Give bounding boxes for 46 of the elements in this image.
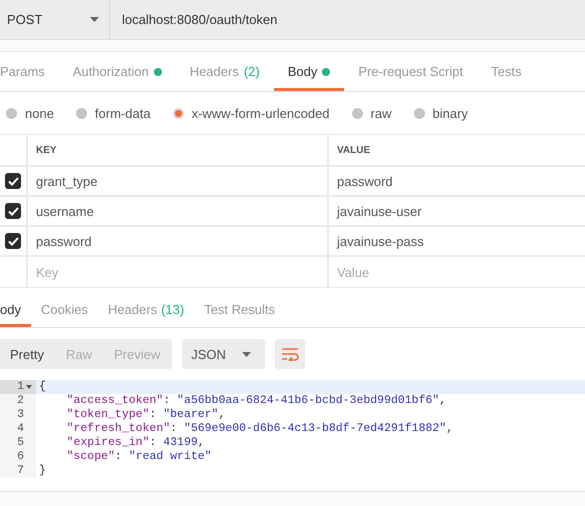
body-type-radio[interactable]: x-www-form-urlencoded <box>172 106 330 120</box>
line-number: 1 <box>17 380 24 394</box>
caret-icon <box>242 352 251 356</box>
radio-icon[interactable] <box>172 108 184 118</box>
body-type-radio[interactable]: none <box>6 106 54 120</box>
body-type-radio[interactable]: raw <box>352 106 392 120</box>
line-number: 7 <box>17 464 24 478</box>
checkbox[interactable] <box>5 233 21 249</box>
checkbox[interactable] <box>5 173 21 189</box>
fold-caret-icon[interactable] <box>26 385 32 389</box>
method-dropdown[interactable]: POST <box>0 0 110 39</box>
line-number: 6 <box>17 450 24 464</box>
radio-icon[interactable] <box>352 108 363 118</box>
param-value[interactable]: javainuse-pass <box>337 234 424 248</box>
code-line: { <box>38 380 46 394</box>
radio-icon[interactable] <box>6 108 17 118</box>
line-number: 4 <box>17 422 24 436</box>
request-tab[interactable]: Body <box>274 52 344 91</box>
column-header: KEY <box>36 144 57 156</box>
code-line: "refresh_token": "569e9e00-d6b6-4c13-b8df-7ed4291f1882", <box>66 422 454 436</box>
line-number: 2 <box>17 394 24 408</box>
code-line: "scope": "read write" <box>66 450 212 464</box>
body-type-radio[interactable]: binary <box>414 106 468 120</box>
param-key[interactable]: grant_type <box>36 174 98 188</box>
param-key[interactable]: username <box>36 204 94 218</box>
param-value[interactable]: password <box>337 174 393 188</box>
code-line: "expires_in": 43199, <box>66 436 205 450</box>
radio-icon[interactable] <box>76 108 87 118</box>
radio-icon[interactable] <box>414 108 424 118</box>
body-type-radio[interactable]: form-data <box>76 106 151 120</box>
param-value[interactable]: javainuse-user <box>337 204 422 218</box>
url-field[interactable]: localhost:8080/oauth/token <box>110 0 585 39</box>
view-mode-button[interactable]: Pretty <box>0 339 56 369</box>
wrap-button[interactable] <box>274 339 305 369</box>
line-number: 5 <box>17 436 24 450</box>
param-key[interactable]: password <box>36 234 92 248</box>
wrap-lines-icon <box>280 347 299 361</box>
column-header: VALUE <box>337 144 370 156</box>
format-dropdown[interactable]: JSON <box>182 339 265 369</box>
code-line: "token_type": "bearer", <box>66 408 226 422</box>
code-line: } <box>38 464 46 478</box>
response-tab[interactable]: ody <box>0 294 31 327</box>
line-number: 3 <box>17 408 24 422</box>
code-line: "access_token": "a56bb0aa-6824-41b6-bcbd-3ebd99d01bf6", <box>66 394 446 408</box>
caret-icon <box>90 17 99 22</box>
checkbox[interactable] <box>5 203 21 219</box>
